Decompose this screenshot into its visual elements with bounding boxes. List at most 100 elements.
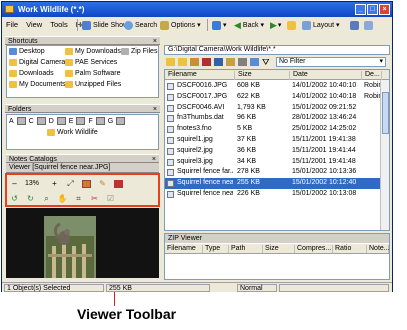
drive-e[interactable]: E — [69, 118, 74, 125]
list-view-button[interactable]: ▾ — [212, 19, 227, 31]
copy-icon[interactable] — [190, 58, 199, 66]
chevron-down-icon: ▾ — [260, 22, 264, 29]
zoom-out-button[interactable]: – — [9, 178, 20, 189]
drive-icon[interactable] — [95, 117, 105, 125]
shortcuts-header: Shortcuts × — [5, 36, 160, 45]
refresh-icon[interactable] — [250, 58, 259, 66]
cell-size: 226 KB — [237, 190, 260, 197]
image-properties-icon[interactable] — [81, 178, 92, 189]
folder-tree-item[interactable]: Work Wildlife — [47, 129, 98, 136]
edit-icon[interactable]: ✎ — [97, 178, 108, 189]
drive-icon[interactable] — [76, 117, 86, 125]
table-row[interactable]: fn3Thumbs.dat 96 KB 28/01/2002 13:46:24 — [165, 113, 381, 124]
cell-size: 255 KB — [237, 179, 260, 187]
column-description[interactable]: De... — [362, 71, 382, 80]
layout-button[interactable]: Layout ▾ — [302, 19, 340, 31]
check-icon[interactable]: ☑ — [105, 193, 116, 204]
table-row[interactable]: Squirrel fence near si... 226 KB 15/01/200… — [165, 189, 381, 200]
fit-screen-icon[interactable]: ⤢ — [65, 178, 76, 189]
table-row[interactable]: Squirrel fence far.JPG 278 KB 15/01/2002 1… — [165, 167, 381, 178]
maximize-button[interactable]: □ — [367, 4, 378, 15]
table-row[interactable]: DSCF0017.JPG 622 KB 14/01/2002 10:40:18 Rob… — [165, 92, 382, 103]
file-icon — [167, 126, 174, 134]
shortcut-my-downloads[interactable]: My Downloads — [65, 48, 121, 55]
drive-g[interactable]: G — [108, 118, 113, 125]
drive-icon[interactable] — [16, 117, 26, 125]
grid-icon — [364, 20, 373, 30]
folder-up-icon — [287, 20, 296, 30]
zoom-in-button[interactable]: + — [49, 178, 60, 189]
shortcut-desktop[interactable]: Desktop — [9, 48, 45, 55]
shortcut-pae-services[interactable]: PAE Services — [65, 59, 117, 66]
drive-icon[interactable] — [36, 117, 46, 125]
desktop-icon — [9, 48, 17, 55]
grid-toggle-button[interactable] — [364, 19, 375, 31]
cell-name: squirel1.jpg — [177, 136, 213, 143]
table-row[interactable]: squirel3.jpg 34 KB 15/11/2001 19:41:48 — [165, 157, 381, 168]
panel-toggle-button[interactable] — [350, 19, 361, 31]
table-row[interactable]: squirel2.jpg 36 KB 15/11/2001 19:41:44 — [165, 146, 381, 157]
cell-size: 608 KB — [237, 82, 260, 89]
zip-column-size[interactable]: Size — [263, 245, 295, 253]
filter-select[interactable]: No Filter ▾ — [276, 57, 386, 67]
crop-icon[interactable]: ⌗ — [73, 193, 84, 204]
zip-column-path[interactable]: Path — [229, 245, 263, 253]
shortcut-my-documents[interactable]: My Documents — [9, 81, 66, 88]
new-folder-icon[interactable] — [166, 58, 175, 66]
back-button[interactable]: ◀ Back ▾ — [234, 19, 264, 31]
shortcut-downloads[interactable]: Downloads — [9, 70, 54, 77]
table-row[interactable]: Squirrel fence near t... 255 KB 15/01/2002… — [165, 178, 381, 189]
close-button[interactable]: × — [379, 4, 390, 15]
table-row[interactable]: fnotes3.fno 5 KB 25/01/2002 14:25:02 — [165, 124, 381, 135]
minimize-button[interactable]: _ — [355, 4, 366, 15]
pan-hand-icon[interactable]: ✋ — [57, 193, 68, 204]
drive-icon[interactable] — [56, 117, 66, 125]
zip-column-compression[interactable]: Compres... — [295, 245, 333, 253]
shortcut-unzipped-files[interactable]: Unzipped Files — [65, 81, 121, 88]
notes-icon[interactable] — [226, 58, 235, 66]
column-date[interactable]: Date — [290, 71, 362, 80]
zip-column-filename[interactable]: Filename — [165, 245, 203, 253]
delete-icon[interactable] — [202, 58, 211, 66]
forward-button[interactable]: ▶ ▾ — [270, 19, 281, 31]
view-icon — [212, 20, 221, 30]
shortcut-zip-files[interactable]: Zip Files — [121, 48, 157, 55]
folder-icon[interactable] — [178, 58, 187, 66]
table-row[interactable]: DSCF0046.AVI 1,793 KB 15/01/2002 09:21:52 — [165, 103, 381, 114]
slideshow-button[interactable]: Slide Show — [82, 19, 128, 31]
drive-d[interactable]: D — [49, 118, 54, 125]
callout-pointer — [114, 292, 115, 306]
rotate-right-icon[interactable]: ↻ — [25, 193, 36, 204]
drive-f[interactable]: F — [88, 118, 92, 125]
zip-column-ratio[interactable]: Ratio — [333, 245, 367, 253]
file-icon — [167, 137, 174, 144]
drive-icon[interactable] — [116, 117, 126, 125]
open-external-icon[interactable] — [113, 178, 124, 189]
vertical-scrollbar[interactable] — [380, 80, 389, 230]
close-pane-icon[interactable]: × — [153, 105, 157, 114]
shortcut-palm-software[interactable]: Palm Software — [65, 70, 121, 77]
rotate-left-icon[interactable]: ↺ — [9, 193, 20, 204]
viewer-toolbar-row-1: – 13% + ⤢ ✎ — [9, 177, 129, 190]
search-button[interactable]: Search — [124, 19, 157, 31]
scrollbar-thumb[interactable] — [382, 92, 389, 134]
path-field[interactable]: G:\Digital Camera\Work Wildlife\*.* — [164, 45, 390, 55]
drive-a[interactable]: A — [9, 118, 14, 125]
column-size[interactable]: Size — [235, 71, 290, 80]
zoom-tool-icon[interactable]: ⌕ — [41, 193, 52, 204]
zip-column-type[interactable]: Type — [203, 245, 229, 253]
drive-c[interactable]: C — [29, 118, 34, 125]
column-filename[interactable]: Filename — [165, 71, 235, 80]
table-row[interactable]: DSCF0016.JPG 608 KB 14/01/2002 10:40:10 Rob… — [165, 81, 382, 92]
properties-icon[interactable] — [214, 58, 223, 66]
shortcut-digital-camera[interactable]: Digital Camera — [9, 59, 65, 66]
table-row[interactable]: squirel1.jpg 37 KB 15/11/2001 19:41:38 — [165, 135, 381, 146]
options-button[interactable]: Options ▾ — [160, 19, 201, 31]
up-folder-button[interactable] — [287, 19, 298, 31]
cell-name: DSCF0016.JPG — [177, 82, 228, 89]
folders-header: Folders × — [5, 104, 160, 113]
settings-icon[interactable] — [238, 58, 247, 66]
zip-column-notes[interactable]: Note... — [367, 245, 390, 253]
red-eye-icon[interactable]: ✂ — [89, 193, 100, 204]
zoom-level[interactable]: 13% — [25, 180, 45, 187]
